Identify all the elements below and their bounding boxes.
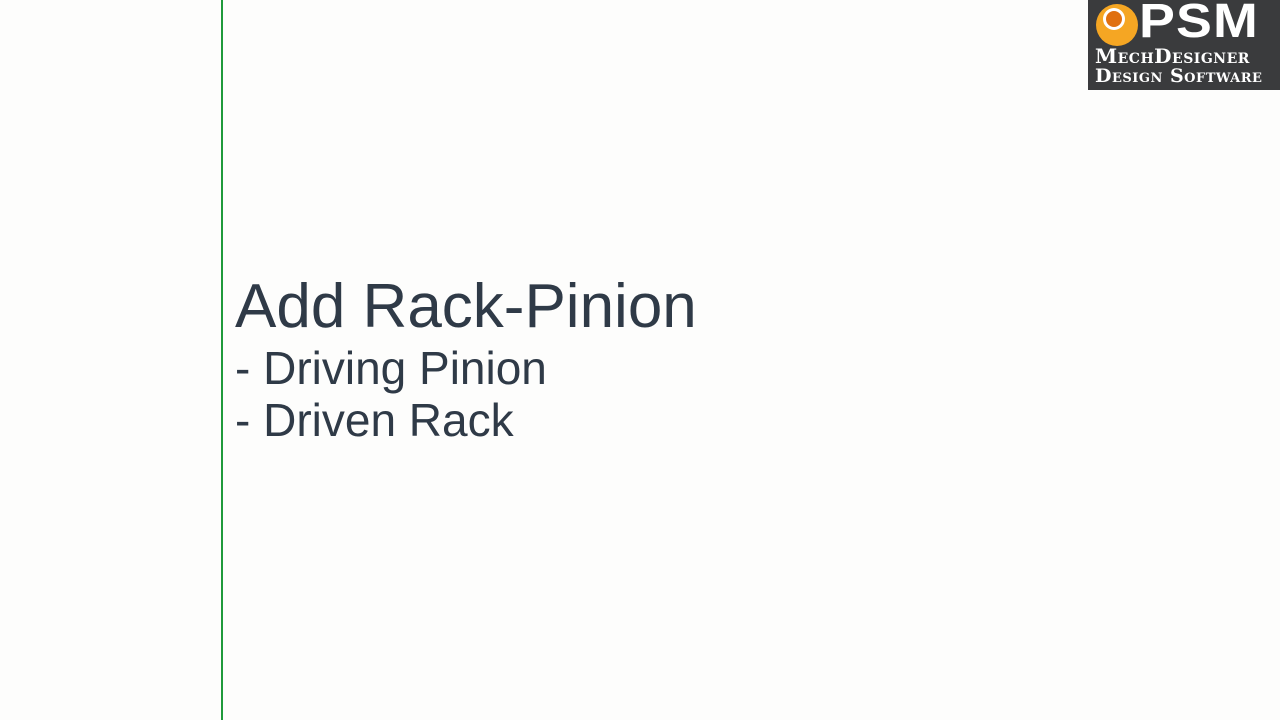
logo-letters: PSM <box>1139 0 1259 48</box>
psm-logo: PSM MechDesigner Design Software <box>1088 0 1280 90</box>
psm-circle-logo-icon <box>1096 4 1138 46</box>
vertical-accent-line <box>221 0 223 720</box>
logo-line-mechdesigner: MechDesigner <box>1095 44 1250 68</box>
title-block: Add Rack-Pinion - Driving Pinion - Drive… <box>235 272 697 446</box>
subtitle-line-driving-pinion: - Driving Pinion <box>235 342 547 394</box>
slide-title: Add Rack-Pinion <box>235 272 697 341</box>
subtitle-line-driven-rack: - Driven Rack <box>235 394 514 446</box>
slide: Add Rack-Pinion - Driving Pinion - Drive… <box>0 0 1280 720</box>
logo-line-design-software: Design Software <box>1095 65 1263 87</box>
